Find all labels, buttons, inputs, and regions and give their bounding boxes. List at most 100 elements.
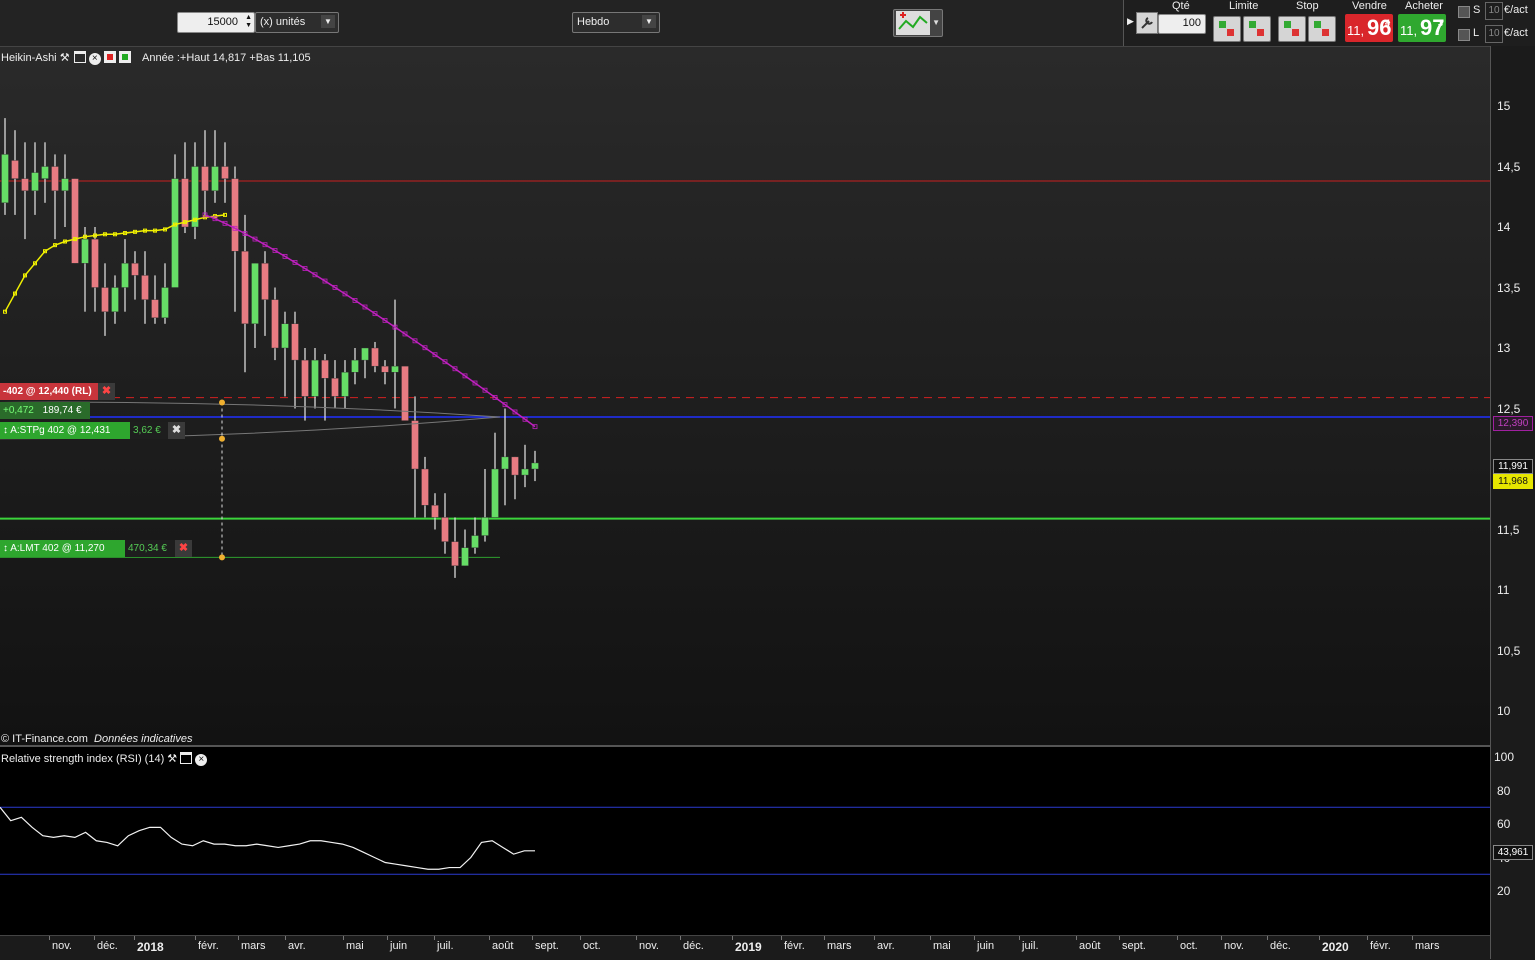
candle-body [181, 178, 189, 228]
time-tick-label: déc. [683, 940, 704, 952]
time-tick-mark [343, 936, 344, 940]
time-tick-label: avr. [288, 940, 306, 952]
candle-body [531, 462, 539, 470]
order-anchor-dot[interactable] [219, 435, 225, 442]
time-tick-mark [134, 936, 135, 940]
limit-buy-button[interactable] [1213, 16, 1241, 42]
order-anchor-dot[interactable] [219, 554, 225, 561]
candle-body [51, 166, 59, 191]
lmt-value: 470,34 € [128, 543, 167, 554]
price-axis[interactable]: 1514,51413,51312,51211,51110,51010080604… [1490, 46, 1535, 959]
candle-body [11, 160, 19, 179]
pnl-tag: +0,472 189,74 € [0, 402, 90, 419]
price-tick-label: 13,5 [1497, 280, 1521, 295]
time-tick-label: déc. [97, 940, 118, 952]
price-badge: 11,968 [1493, 474, 1533, 489]
price-tick-label: 14,5 [1497, 159, 1521, 174]
chevron-down-icon: ▼ [642, 15, 656, 28]
candle-body [501, 456, 509, 470]
units-select[interactable]: (x) unités ▼ [255, 12, 339, 33]
rl-order-tag[interactable]: -402 @ 12,440 (RL) [0, 383, 98, 400]
chart-tools-icon [896, 11, 930, 35]
window-icon[interactable] [180, 752, 193, 764]
time-tick-mark [580, 936, 581, 940]
time-tick-label: juin [977, 940, 995, 952]
candle-body [341, 372, 349, 397]
stop-buy-button[interactable] [1278, 16, 1306, 42]
wrench-icon[interactable]: ⚒ [167, 753, 177, 765]
s-unit: €/act [1504, 4, 1528, 16]
time-tick-label: févr. [784, 940, 805, 952]
quantity-input[interactable]: 15000 ▲ ▼ [177, 12, 255, 33]
candle-body [61, 178, 69, 191]
pnl-eur-value: 189,74 € [42, 405, 82, 416]
s-value-box[interactable]: 10 [1485, 2, 1503, 20]
drag-handle-icon[interactable]: ↕ [3, 425, 8, 436]
limit-sell-button[interactable] [1243, 16, 1271, 42]
window-icon[interactable] [73, 51, 86, 63]
price-tick-label: 15 [1497, 99, 1511, 113]
lmt-order-text: A:LMT 402 @ 11,270 [10, 543, 105, 554]
time-tick-label: 2020 [1322, 940, 1349, 954]
period-label: Hebdo [577, 16, 610, 28]
stp-close-button[interactable]: ✖ [168, 422, 185, 439]
buy-price-button[interactable]: 11, 97 3 [1398, 14, 1446, 42]
time-tick-mark [434, 936, 435, 940]
time-tick-label: mai [933, 940, 951, 952]
quantity-value: 15000 [207, 16, 238, 28]
time-tick-label: 2019 [735, 940, 762, 954]
buy-price-fraction: 3 [1437, 18, 1443, 28]
price-badge: 11,991 [1493, 459, 1533, 474]
candle-body [411, 420, 419, 470]
order-qty-input[interactable]: 100 [1158, 14, 1206, 34]
close-circle-icon[interactable]: × [88, 53, 101, 65]
candle-body [121, 263, 129, 288]
stop-sell-button[interactable] [1308, 16, 1336, 42]
candle-body [401, 365, 409, 421]
candle-body [351, 359, 359, 373]
rsi-chart[interactable] [0, 747, 1490, 935]
l-value-box[interactable]: 10 [1485, 25, 1503, 43]
indicator-tools-button[interactable]: ▼ [893, 9, 943, 37]
time-tick-mark [1267, 936, 1268, 940]
chevron-down-icon: ▼ [321, 15, 335, 28]
time-tick-mark [1367, 936, 1368, 940]
l-checkbox[interactable] [1458, 29, 1470, 41]
price-chart[interactable] [0, 47, 1490, 745]
time-axis[interactable]: nov. déc. 2018 févr. mars avr. mai juin juil. aoû… [0, 935, 1490, 960]
time-tick-mark [1319, 936, 1320, 940]
stop-header: Stop [1296, 0, 1319, 12]
sell-price-fraction: 4 [1384, 18, 1390, 28]
price-tick-label: 13 [1497, 341, 1511, 355]
rl-close-button[interactable]: ✖ [98, 383, 115, 400]
price-tick-label: 10 [1497, 704, 1511, 718]
s-checkbox[interactable] [1458, 6, 1470, 18]
collapse-arrow-icon[interactable]: ▶ [1127, 16, 1134, 27]
buy-header: Acheter [1405, 0, 1443, 12]
year-range-text: Année :+Haut 14,817 +Bas 11,105 [142, 52, 311, 64]
pnl-value: +0,472 [3, 405, 34, 416]
price-tick-label: 10,5 [1497, 643, 1521, 658]
move-up-icon[interactable] [118, 51, 131, 63]
spin-icon[interactable]: ▲ ▼ [245, 14, 252, 30]
time-tick-mark [781, 936, 782, 940]
time-tick-mark [680, 936, 681, 940]
time-tick-label: avr. [877, 940, 895, 952]
close-circle-icon[interactable]: × [195, 754, 208, 766]
lmt-order-tag[interactable]: ↕ A:LMT 402 @ 11,270 [0, 540, 125, 557]
time-tick-label: sept. [535, 940, 559, 952]
candle-body [491, 468, 499, 518]
settings-wrench-button[interactable] [1136, 12, 1158, 34]
drag-handle-icon[interactable]: ↕ [3, 543, 8, 554]
lmt-close-button[interactable]: ✖ [175, 540, 192, 557]
stp-order-text: A:STPg 402 @ 12,431 [10, 425, 111, 436]
period-select[interactable]: Hebdo ▼ [572, 12, 660, 33]
order-anchor-dot[interactable] [219, 399, 225, 406]
time-tick-mark [732, 936, 733, 940]
stp-order-tag[interactable]: ↕ A:STPg 402 @ 12,431 [0, 422, 130, 439]
wrench-icon[interactable]: ⚒ [60, 51, 71, 64]
rsi-tick-label: 20 [1497, 884, 1511, 898]
sell-price-button[interactable]: 11, 96 4 [1345, 14, 1393, 42]
time-tick-mark [1177, 936, 1178, 940]
move-down-icon[interactable] [103, 51, 116, 63]
